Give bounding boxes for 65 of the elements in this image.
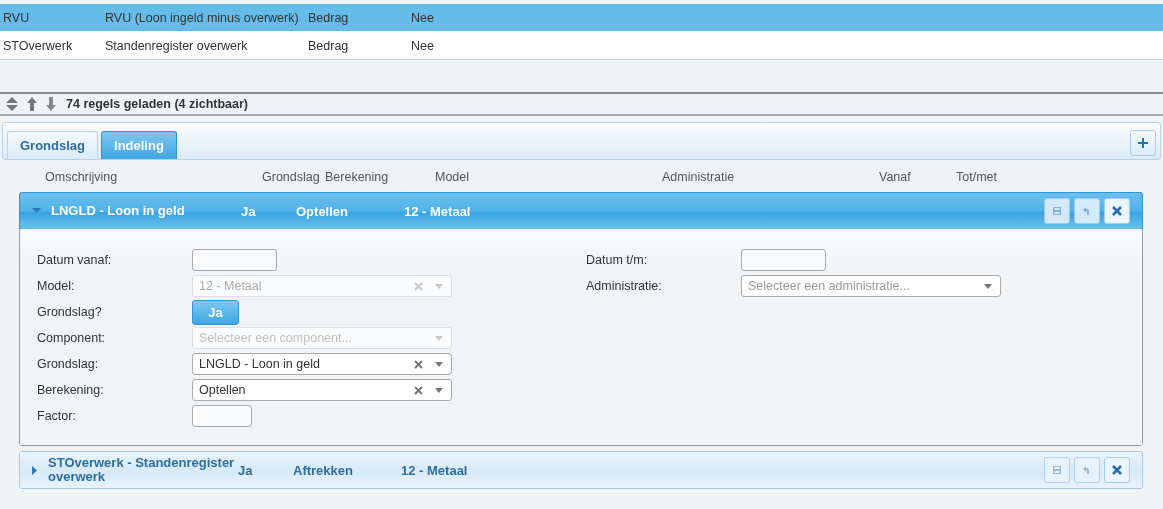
column-header: Tot/met	[956, 170, 997, 184]
panel-header[interactable]: LNGLD - Loon in geld Ja Optellen 12 - Metaal	[19, 192, 1143, 230]
save-icon	[1052, 465, 1062, 475]
close-icon	[1112, 465, 1122, 475]
add-button[interactable]	[1130, 129, 1156, 156]
arrow-up-icon[interactable]	[26, 96, 38, 112]
sort-icon[interactable]	[5, 96, 19, 112]
field-label: Administratie:	[586, 279, 663, 293]
panel-berekening: Optellen	[296, 203, 349, 219]
save-icon	[1052, 206, 1062, 216]
dropdown-caret-icon[interactable]	[984, 283, 992, 289]
expand-icon[interactable]	[32, 465, 38, 475]
date-field[interactable]	[741, 249, 826, 271]
collapse-icon[interactable]	[32, 208, 41, 214]
select-field[interactable]: Selecteer een administratie...	[741, 275, 1001, 297]
table-cell-text: Bedrag	[307, 38, 350, 53]
delete-button[interactable]	[1104, 457, 1130, 483]
close-icon	[1112, 206, 1122, 216]
table-cell-text: Nee	[410, 10, 435, 25]
panel-model: 12 - Metaal	[401, 462, 468, 478]
date-field[interactable]	[192, 249, 277, 271]
table-cell-text: Bedrag	[307, 10, 350, 25]
panel-header[interactable]: STOverwerk - Standenregister overwerk Ja Aftrekken 12 - Metaal	[20, 452, 1142, 488]
dropdown-caret-icon[interactable]	[435, 387, 443, 393]
field-label: Grondslag:	[37, 357, 100, 371]
plus-icon	[1138, 137, 1148, 148]
select-field[interactable]: LNGLD - Loon in geld	[192, 353, 452, 375]
panel-grondslag: Ja	[241, 203, 257, 219]
field-label: Factor:	[37, 409, 77, 423]
field-label: Datum t/m:	[586, 253, 649, 267]
tab[interactable]: Grondslag	[7, 131, 98, 159]
field-label: Berekening:	[37, 383, 105, 397]
column-header: Berekening	[325, 170, 389, 184]
select-field[interactable]: Optellen	[192, 379, 452, 401]
table-cell-text: RVU (Loon ingeld minus overwerk)	[104, 10, 300, 25]
undo-icon	[1082, 206, 1092, 216]
field-label: Grondslag?	[37, 305, 103, 319]
column-header: Administratie	[662, 170, 735, 184]
panel-berekening: Aftrekken	[293, 462, 354, 478]
arrow-down-icon[interactable]	[45, 96, 57, 112]
save-button[interactable]	[1044, 198, 1070, 224]
table-cell-text: Nee	[410, 38, 435, 53]
save-button[interactable]	[1044, 457, 1070, 483]
table-cell-text: RVU	[2, 10, 31, 25]
panel-title: LNGLD - Loon in geld	[51, 204, 186, 218]
column-header: Omschrijving	[45, 170, 118, 184]
field-label: Component:	[37, 331, 107, 345]
dropdown-caret-icon[interactable]	[435, 361, 443, 367]
status-text: 74 regels geladen (4 zichtbaar)	[66, 97, 248, 111]
input-field[interactable]	[192, 405, 252, 427]
panel-title: STOverwerk - Standenregister overwerk	[48, 456, 236, 484]
column-header: Model	[435, 170, 470, 184]
field-label: Datum vanaf:	[37, 253, 113, 267]
panel-grondslag: Ja	[238, 462, 254, 478]
clear-icon[interactable]	[414, 385, 423, 395]
clear-icon[interactable]	[414, 359, 423, 369]
column-header: Vanaf	[879, 170, 911, 184]
column-header: Grondslag	[262, 170, 320, 184]
delete-button[interactable]	[1104, 198, 1130, 224]
table-cell-text: Standenregister overwerk	[104, 38, 249, 53]
undo-icon	[1082, 465, 1092, 475]
grid-row[interactable]: RVU RVU (Loon ingeld minus overwerk) Bedrag Nee	[0, 4, 1163, 32]
panel-model: 12 - Metaal	[404, 203, 471, 219]
field-label: Model:	[37, 279, 76, 293]
table-cell-text: STOverwerk	[2, 38, 74, 53]
